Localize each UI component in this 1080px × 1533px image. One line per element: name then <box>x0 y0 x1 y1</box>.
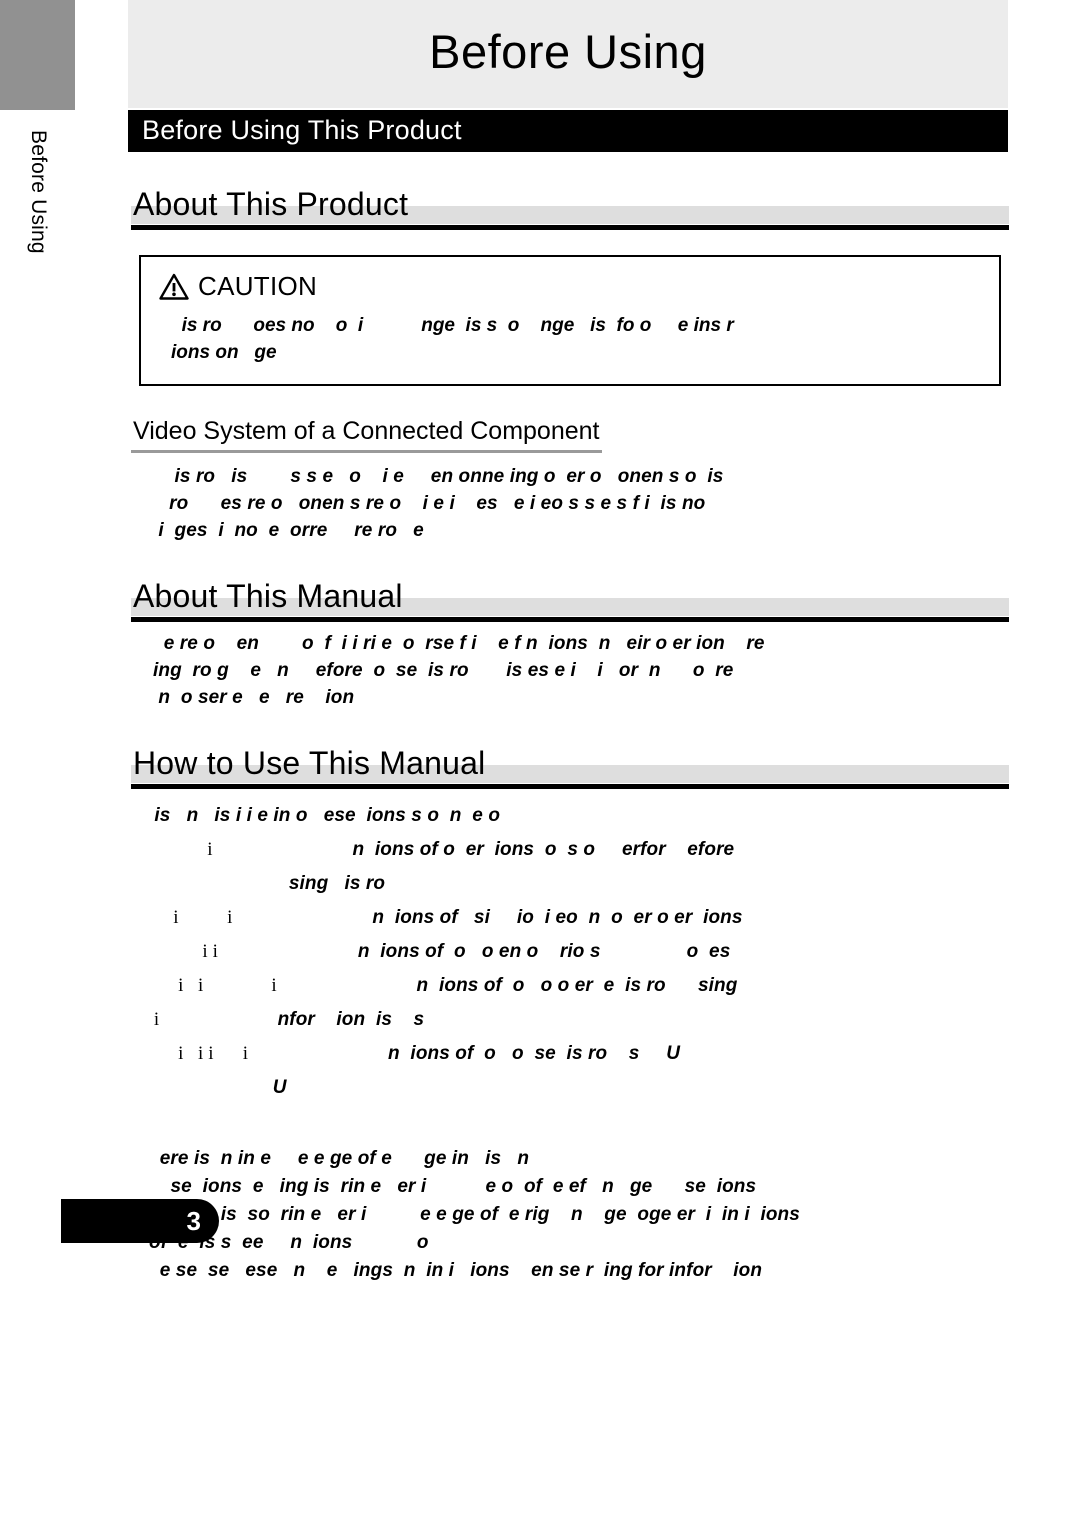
row-marker: i <box>149 839 213 860</box>
how-to-use-row: i i i n ions of o o o er e is ro sing <box>149 969 1009 1003</box>
how-to-use-intro: is n is i i e in o ese ions s o n e o <box>149 805 501 826</box>
heading-rule <box>131 784 1009 789</box>
how-to-use-body: is n is i i e in o ese ions s o n e o i … <box>131 799 1009 1105</box>
heading-about-this-manual: About This Manual <box>131 576 1009 622</box>
subsection-video-system: Video System of a Connected Component <box>131 386 1009 453</box>
row-text: n ions of o o o er e is ro sing <box>276 975 738 996</box>
how-to-use-row: U <box>149 1071 1009 1105</box>
heading-how-to-use-this-manual: How to Use This Manual <box>131 743 1009 789</box>
subsection-video-system-body: is ro is s s e o i e en onne ing o er o … <box>131 463 1009 544</box>
row-text: n ions of o er ions o s o erfor efore <box>212 839 735 860</box>
section-title-text: Before Using This Product <box>142 115 462 145</box>
body-line: ere is n in e e e ge of e ge in is n <box>149 1148 530 1169</box>
body-line: e ing is so rin e er i e e ge of e rig n… <box>160 1204 800 1225</box>
caution-line-1: is ro oes no o i nge is s o nge is fo o … <box>171 315 734 336</box>
caution-box: CAUTION is ro oes no o i nge is s o nge … <box>139 255 1001 386</box>
how-to-use-row: i i n ions of si io i eo n o er o er ion… <box>149 901 1009 935</box>
body-line: ing ro g e n efore o se is ro is es e i … <box>153 660 734 681</box>
section-title-bar: Before Using This Product <box>128 110 1008 152</box>
page-banner: Before Using <box>128 0 1008 108</box>
how-to-use-closing: ere is n in e e e ge of e ge in is n se … <box>131 1145 1009 1285</box>
heading-rule <box>131 617 1009 622</box>
subsection-video-system-heading: Video System of a Connected Component <box>131 416 602 453</box>
page-content: About This Product CAUTION is ro oes no … <box>61 152 1009 1285</box>
row-text: n ions of o o se is ro s U <box>248 1043 681 1064</box>
row-text: n ions of o o en o rio s o es <box>217 941 731 962</box>
row-text: sing is ro <box>149 873 386 894</box>
body-line: e re o en o f i i ri e o rse f i e f n i… <box>153 633 765 654</box>
caution-title: CAUTION <box>198 271 318 301</box>
body-line: is ro is s s e o i e en onne ing o er o … <box>153 466 724 487</box>
body-line: i ges i no e orre re ro e <box>153 520 424 541</box>
how-to-use-row: sing is ro <box>149 867 1009 901</box>
row-marker: i i i <box>149 975 277 996</box>
row-marker: i i i i <box>149 1043 249 1064</box>
warning-triangle-icon <box>159 273 189 300</box>
page-number-badge: 3 <box>61 1199 219 1243</box>
body-line: ro es re o onen s re o i e i es e i eo s… <box>153 493 706 514</box>
row-marker: i i <box>149 941 218 962</box>
body-line: of e is s ee n ions o <box>149 1232 429 1253</box>
body-line: e se se ese n e ings n in i ions en se r… <box>149 1260 763 1281</box>
how-to-use-row: i i n ions of o o en o rio s o es <box>149 935 1009 969</box>
row-text: n ions of si io i eo n o er o er ions <box>232 907 743 928</box>
how-to-use-row: i nfor ion is s <box>149 1003 1009 1037</box>
edge-tab-marker <box>0 0 75 110</box>
body-line: se ions e ing is rin e er i e o of e ef … <box>149 1176 757 1197</box>
heading-how-to-use-this-manual-text: How to Use This Manual <box>133 745 486 781</box>
row-text: nfor ion is s <box>159 1009 425 1030</box>
row-marker: i i <box>149 907 233 928</box>
heading-about-this-manual-text: About This Manual <box>133 578 403 614</box>
heading-about-this-product: About This Product <box>131 184 1009 230</box>
about-manual-body: e re o en o f i i ri e o rse f i e f n i… <box>131 630 1009 711</box>
heading-rule <box>131 225 1009 230</box>
body-line: n o ser e e re ion <box>153 687 355 708</box>
how-to-use-row: i n ions of o er ions o s o erfor efore <box>149 833 1009 867</box>
how-to-use-row: i i i i n ions of o o se is ro s U <box>149 1037 1009 1071</box>
vertical-section-label: Before Using <box>27 130 50 254</box>
row-text: U <box>149 1077 287 1098</box>
heading-about-this-product-text: About This Product <box>133 186 409 222</box>
caution-header: CAUTION <box>159 271 981 302</box>
page-title: Before Using <box>429 25 707 78</box>
page-number: 3 <box>186 1206 201 1236</box>
row-marker: i <box>149 1009 160 1030</box>
caution-line-2: ions on ge <box>171 342 277 363</box>
